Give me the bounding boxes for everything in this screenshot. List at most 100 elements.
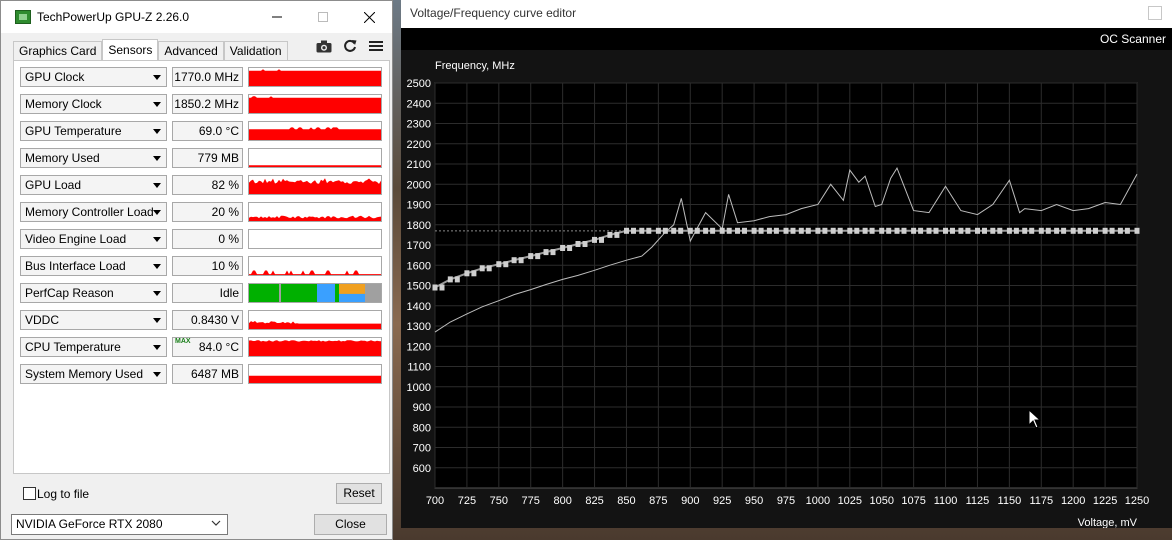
y-tick-label: 1200: [407, 341, 431, 353]
sensor-select[interactable]: GPU Clock: [20, 67, 167, 87]
sensor-select[interactable]: Memory Controller Load: [20, 202, 167, 222]
tab-sensors[interactable]: Sensors: [102, 39, 159, 61]
tab-validation[interactable]: Validation: [223, 41, 288, 61]
vf-curve-point: [1117, 227, 1123, 234]
x-tick-label: 1075: [901, 495, 925, 507]
sensor-graph: [248, 364, 382, 384]
perfcap-segment: [317, 293, 335, 302]
sensor-row: GPU Clock 1770.0 MHz: [20, 67, 386, 89]
x-tick-label: 950: [745, 495, 763, 507]
vf-curve-point: [454, 276, 460, 283]
vf-maximize-button[interactable]: [1148, 6, 1162, 20]
dropdown-arrow-icon: [153, 318, 161, 323]
close-window-button[interactable]: [346, 1, 392, 33]
y-tick-label: 800: [413, 422, 431, 434]
vf-curve-point: [1022, 227, 1028, 234]
gpu-select[interactable]: NVIDIA GeForce RTX 2080: [11, 514, 228, 535]
sensor-graph-plot: [249, 230, 381, 248]
x-tick-label: 825: [585, 495, 603, 507]
gpuz-titlebar[interactable]: TechPowerUp GPU-Z 2.26.0: [1, 1, 392, 33]
x-tick-label: 1150: [998, 495, 1022, 507]
log-to-file-checkbox[interactable]: [23, 487, 36, 500]
vf-curve-point: [496, 261, 502, 268]
dropdown-arrow-icon: [153, 237, 161, 242]
sensor-select[interactable]: VDDC: [20, 310, 167, 330]
vf-curve-point: [894, 227, 900, 234]
dropdown-arrow-icon: [153, 345, 161, 350]
sensor-graph-plot: [249, 69, 381, 86]
sensor-name: GPU Temperature: [25, 124, 122, 138]
sensor-select[interactable]: PerfCap Reason: [20, 283, 167, 303]
vf-curve-chart[interactable]: 700 725 750 775 800 825 850 875 900 925 950 975 1000…: [401, 50, 1172, 528]
sensor-row: CPU Temperature MAX 84.0 °C: [20, 337, 386, 359]
vf-curve-point: [687, 227, 693, 234]
dropdown-arrow-icon: [153, 183, 161, 188]
sensor-select[interactable]: Memory Clock: [20, 94, 167, 114]
sensor-select[interactable]: System Memory Used: [20, 364, 167, 384]
vf-plot-area[interactable]: 700 725 750 775 800 825 850 875 900 925 950 975 1000…: [401, 50, 1172, 528]
sensor-graph-fill: [249, 321, 381, 329]
sensor-value: 20 %: [172, 202, 243, 222]
sensor-row: Bus Interface Load 10 %: [20, 256, 386, 278]
sensor-select[interactable]: Memory Used: [20, 148, 167, 168]
vf-curve-point: [592, 236, 597, 243]
sensor-graph-fill: [249, 69, 381, 86]
gpuz-app-icon: [15, 10, 31, 24]
y-tick-label: 2500: [407, 78, 431, 90]
vf-curve-point: [822, 227, 828, 234]
minimize-button[interactable]: [254, 1, 300, 33]
vf-curve-point: [678, 227, 684, 234]
tab-advanced[interactable]: Advanced: [158, 41, 224, 61]
sensor-value-text: 1850.2 MHz: [174, 97, 239, 111]
vf-curve-point: [1102, 227, 1108, 234]
sensor-graph-plot: [249, 127, 381, 140]
x-axis-label: Voltage, mV: [1078, 517, 1138, 528]
sensor-select[interactable]: Bus Interface Load: [20, 256, 167, 276]
vf-curve-point: [447, 276, 453, 283]
sensor-value: 1850.2 MHz: [172, 94, 243, 114]
sensor-row: GPU Load 82 %: [20, 175, 386, 197]
sensor-select[interactable]: CPU Temperature: [20, 337, 167, 357]
vf-curve-point: [830, 227, 836, 234]
screenshot-button[interactable]: [313, 37, 335, 55]
reset-button[interactable]: Reset: [336, 483, 382, 504]
x-tick-label: 775: [522, 495, 540, 507]
sensor-graph-fill: [249, 340, 381, 356]
sensor-row: System Memory Used 6487 MB: [20, 364, 386, 386]
vf-toolbar: OC Scanner: [401, 28, 1172, 50]
sensor-graph-fill: [249, 375, 381, 383]
sensor-value-text: 84.0 °C: [198, 340, 239, 354]
menu-button[interactable]: [365, 37, 387, 55]
vf-curve-point: [766, 227, 772, 234]
vf-curve-point: [518, 257, 524, 264]
vf-curve-point: [1086, 227, 1091, 234]
vf-curve-point: [607, 231, 613, 238]
sensor-value-text: Idle: [219, 286, 239, 300]
sensor-value: 0 %: [172, 229, 243, 249]
x-tick-label: 875: [649, 495, 667, 507]
vf-curve-point: [550, 249, 556, 256]
vf-curve-point: [1006, 227, 1012, 234]
sensor-name: Memory Clock: [25, 97, 102, 111]
y-tick-label: 1500: [407, 281, 431, 293]
refresh-button[interactable]: [339, 37, 361, 55]
sensor-value: 10 %: [172, 256, 243, 276]
sensor-graph-fill: [249, 270, 381, 275]
vf-curve-point: [965, 227, 971, 234]
y-tick-label: 1300: [407, 321, 431, 333]
y-tick-label: 2400: [407, 98, 431, 110]
tab-graphics-card[interactable]: Graphics Card: [13, 41, 103, 61]
vf-titlebar[interactable]: Voltage/Frequency curve editor: [401, 0, 1172, 28]
sensor-select[interactable]: Video Engine Load: [20, 229, 167, 249]
sensor-select[interactable]: GPU Load: [20, 175, 167, 195]
sensor-value-text: 82 %: [211, 178, 239, 192]
y-tick-label: 900: [413, 402, 431, 414]
sensor-graph-plot: [249, 215, 381, 221]
oc-scanner-button[interactable]: OC Scanner: [1100, 32, 1166, 46]
sensor-select[interactable]: GPU Temperature: [20, 121, 167, 141]
vf-curve-point: [943, 227, 948, 234]
close-button[interactable]: Close: [314, 514, 387, 535]
vf-curve-point: [439, 284, 445, 291]
y-tick-label: 1000: [407, 382, 431, 394]
sensor-graph-plot: [249, 270, 381, 275]
